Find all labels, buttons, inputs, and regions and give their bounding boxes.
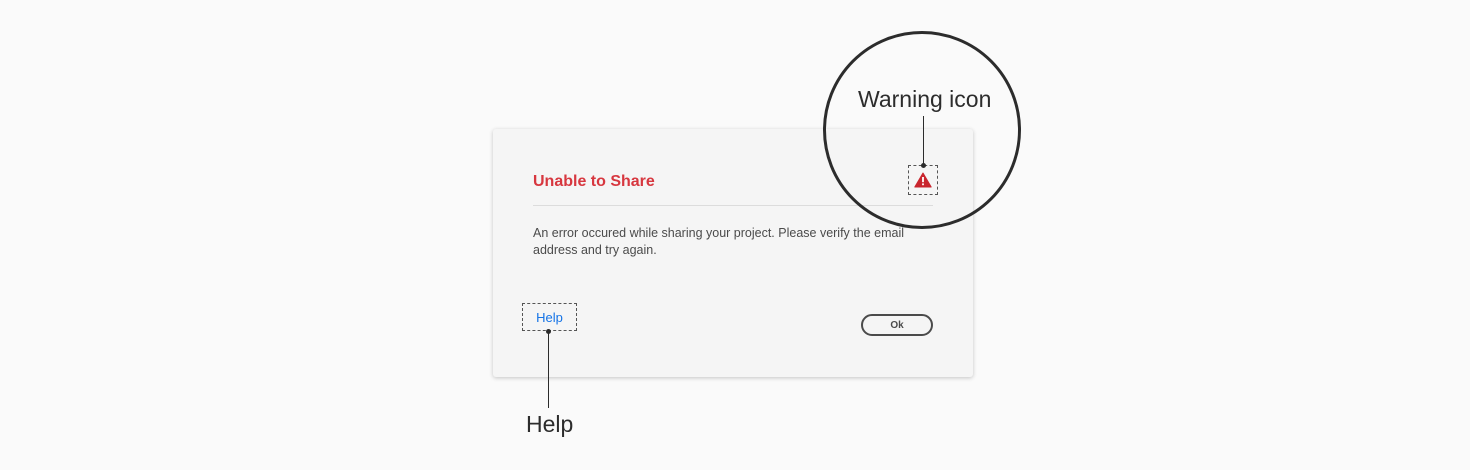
warning-icon-leader-dot xyxy=(921,163,926,168)
help-leader-dot xyxy=(546,329,551,334)
ok-button[interactable]: Ok xyxy=(861,314,933,336)
warning-icon-leader-line xyxy=(923,116,924,165)
warning-icon-callout-label: Warning icon xyxy=(858,86,992,112)
dialog-title: Unable to Share xyxy=(533,173,655,190)
help-leader-line xyxy=(548,331,549,408)
help-link[interactable]: Help xyxy=(522,303,577,331)
dialog-message: An error occured while sharing your proj… xyxy=(533,226,905,257)
magnifier-circle xyxy=(823,31,1021,229)
help-callout-label: Help xyxy=(526,411,574,437)
